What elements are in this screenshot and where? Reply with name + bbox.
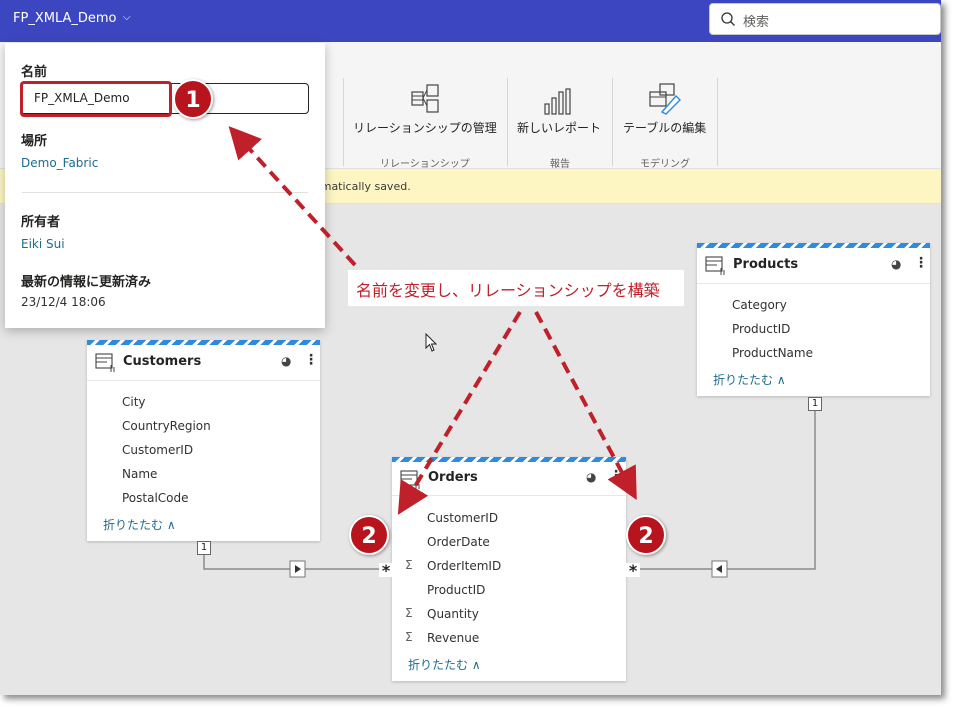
step-badge-1: 1 xyxy=(173,79,213,119)
step-badge-2: 2 xyxy=(349,515,389,555)
annotation-text: 名前を変更し、リレーションシップを構築 xyxy=(356,281,660,300)
step-badge-2: 2 xyxy=(626,515,666,555)
app-window: FP_XMLA_Demo ⌵ 検索 理 リレーションシップの管理 リレーションシ… xyxy=(0,0,941,695)
mouse-cursor-icon xyxy=(425,333,438,352)
annotation-arrows xyxy=(228,126,637,515)
